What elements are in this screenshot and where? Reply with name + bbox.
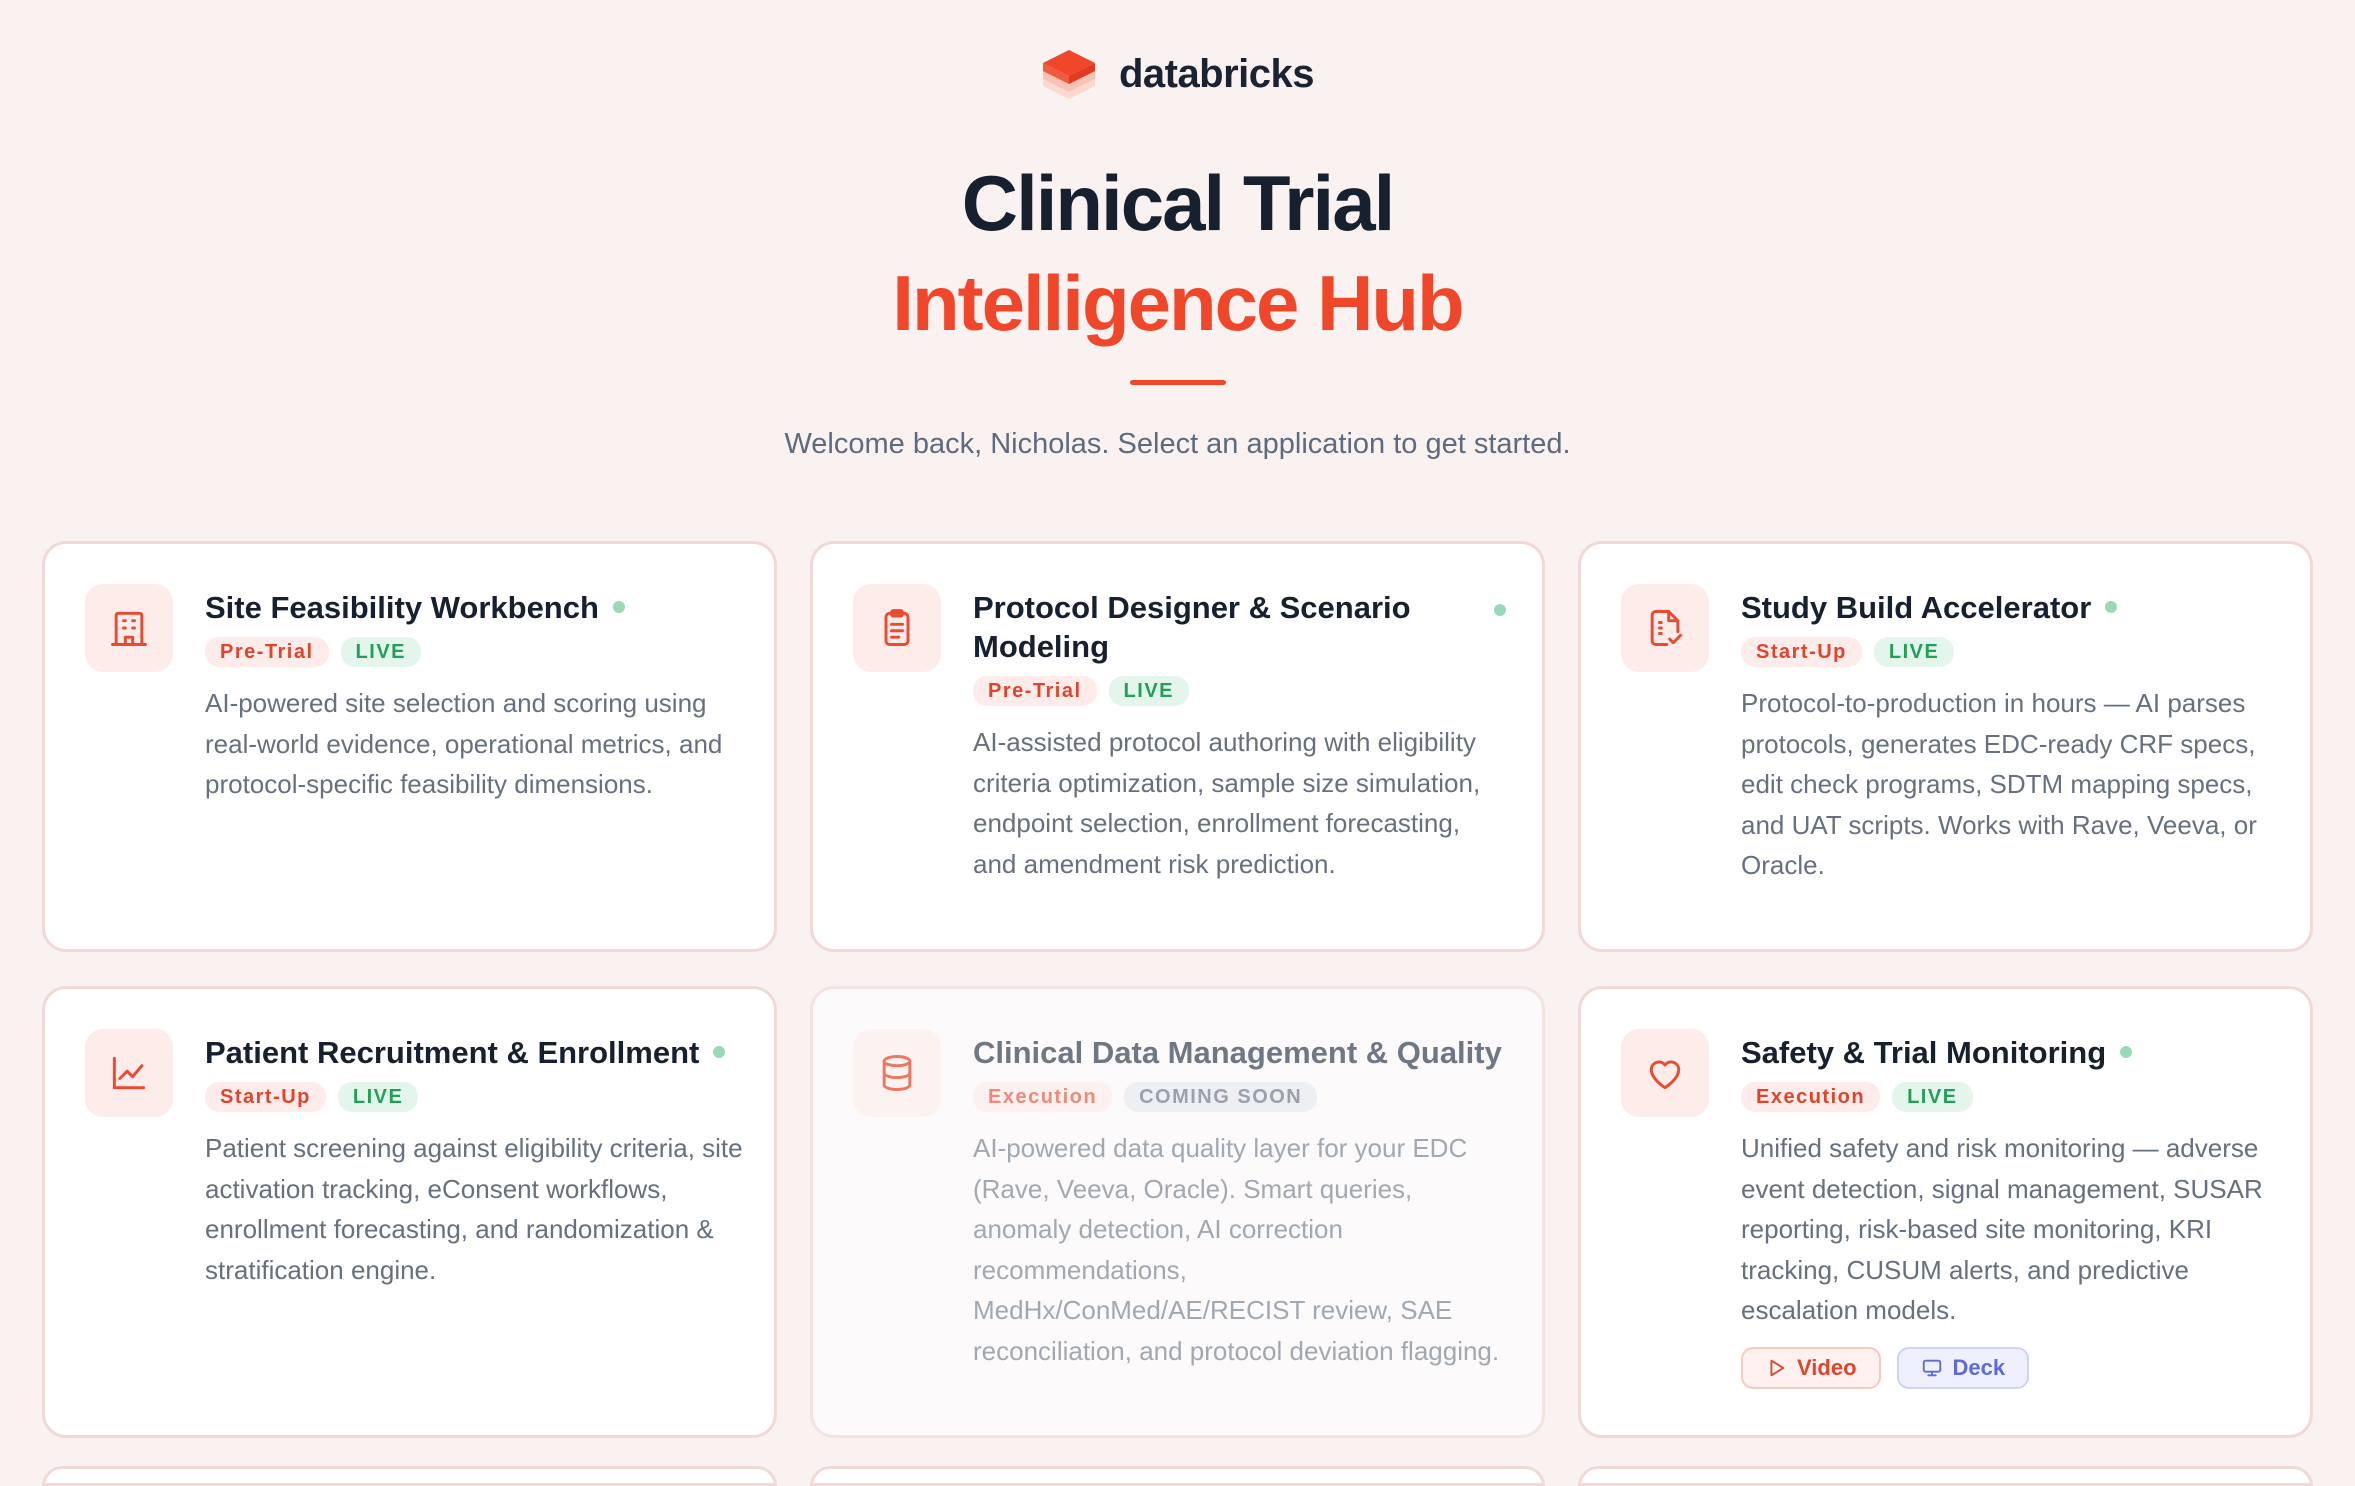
app-card-protocol-designer[interactable]: Protocol Designer & Scenario Modeling Pr… — [810, 541, 1545, 952]
status-badge: LIVE — [1108, 676, 1189, 706]
app-card-partial[interactable] — [42, 1466, 777, 1486]
databricks-logo-icon — [1042, 50, 1095, 99]
status-dot — [2105, 601, 2118, 613]
phase-badge: Execution — [1741, 1082, 1881, 1112]
status-badge: LIVE — [1873, 637, 1955, 667]
title-divider — [1130, 380, 1226, 385]
app-card-safety-monitoring[interactable]: Safety & Trial Monitoring Execution LIVE… — [1578, 986, 2313, 1438]
app-card-partial[interactable] — [810, 1466, 1545, 1486]
deck-button-label: Deck — [1952, 1354, 2006, 1380]
card-description: AI-powered data quality layer for your E… — [973, 1133, 1500, 1366]
card-title: Patient Recruitment & Enrollment — [205, 1035, 700, 1070]
phase-badge: Pre-Trial — [973, 676, 1097, 706]
status-badge: LIVE — [340, 637, 421, 667]
welcome-message: Welcome back, Nicholas. Select an applic… — [784, 428, 1571, 460]
card-title: Site Feasibility Workbench — [205, 590, 599, 625]
status-dot — [612, 601, 625, 613]
status-badge: LIVE — [337, 1082, 419, 1112]
status-dot — [713, 1046, 726, 1058]
deck-button[interactable]: Deck — [1896, 1346, 2030, 1389]
app-card-clinical-data-management: Clinical Data Management & Quality Execu… — [810, 986, 1545, 1438]
monitor-icon — [1922, 1359, 1941, 1376]
status-badge: COMING SOON — [1124, 1082, 1318, 1112]
status-badge: LIVE — [1892, 1082, 1973, 1112]
card-description: Protocol-to-production in hours — AI par… — [1741, 688, 2257, 880]
line-chart-icon — [85, 1029, 173, 1117]
card-description: AI-powered site selection and scoring us… — [205, 688, 723, 799]
brand-header: databricks — [0, 46, 2355, 102]
play-icon — [1770, 1359, 1785, 1376]
page-title-line1: Clinical Trial — [961, 159, 1396, 247]
clipboard-icon — [853, 584, 941, 672]
card-title: Clinical Data Management & Quality — [973, 1035, 1502, 1070]
phase-badge: Pre-Trial — [205, 637, 329, 667]
building-icon — [85, 584, 173, 672]
card-description: Unified safety and risk monitoring — adv… — [1741, 1133, 2263, 1325]
app-card-site-feasibility[interactable]: Site Feasibility Workbench Pre-Trial LIV… — [42, 541, 777, 952]
page-title-line2: Intelligence Hub — [892, 259, 1464, 347]
card-title: Protocol Designer & Scenario Modeling — [973, 590, 1411, 664]
status-dot — [1494, 604, 1506, 616]
video-button-label: Video — [1797, 1354, 1857, 1380]
card-title: Safety & Trial Monitoring — [1741, 1035, 2107, 1070]
database-icon — [853, 1029, 941, 1117]
card-description: AI-assisted protocol authoring with elig… — [973, 727, 1481, 879]
video-button[interactable]: Video — [1741, 1346, 1881, 1389]
document-check-icon — [1621, 584, 1709, 672]
app-card-study-build[interactable]: Study Build Accelerator Start-Up LIVE Pr… — [1578, 541, 2313, 952]
phase-badge: Start-Up — [205, 1082, 326, 1112]
status-dot — [2120, 1046, 2133, 1058]
phase-badge: Execution — [973, 1082, 1113, 1112]
heart-icon — [1621, 1029, 1709, 1117]
app-card-patient-recruitment[interactable]: Patient Recruitment & Enrollment Start-U… — [42, 986, 777, 1438]
phase-badge: Start-Up — [1741, 637, 1862, 667]
card-description: Patient screening against eligibility cr… — [205, 1133, 743, 1285]
app-card-partial[interactable] — [1578, 1466, 2313, 1486]
brand-name: databricks — [1118, 51, 1315, 96]
card-title: Study Build Accelerator — [1741, 590, 2092, 625]
